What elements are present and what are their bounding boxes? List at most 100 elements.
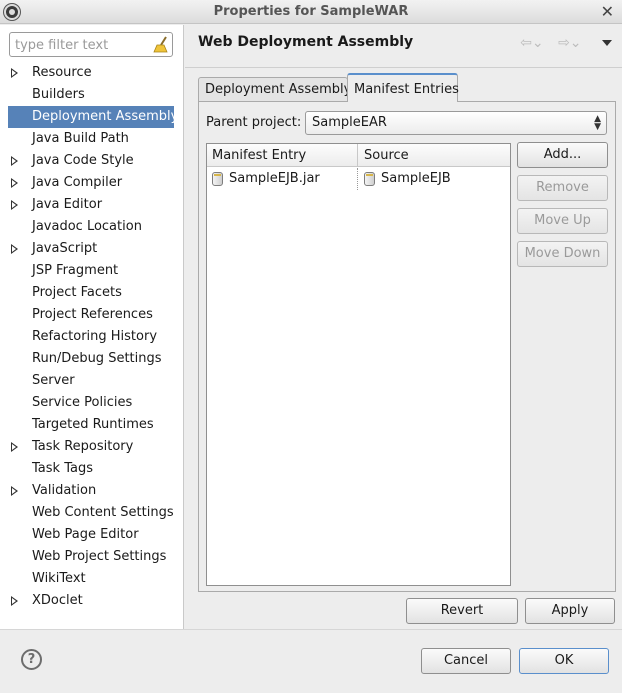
expand-arrow-icon[interactable] <box>11 68 18 78</box>
source-text: SampleEJB <box>381 171 451 186</box>
tree-item-project-facets[interactable]: Project Facets <box>0 282 184 304</box>
tree-item-label: JSP Fragment <box>32 263 119 278</box>
header-divider <box>185 67 622 68</box>
tree-item-label: Java Build Path <box>32 131 129 146</box>
tree-item-refactoring-history[interactable]: Refactoring History <box>0 326 184 348</box>
tree-item-label: Java Code Style <box>32 153 134 168</box>
move-up-button[interactable]: Move Up <box>517 208 608 234</box>
tree-item-service-policies[interactable]: Service Policies <box>0 392 184 414</box>
tree-item-javascript[interactable]: JavaScript <box>0 238 184 260</box>
window-title: Properties for SampleWAR <box>213 4 409 19</box>
tree-item-java-code-style[interactable]: Java Code Style <box>0 150 184 172</box>
tree-item-label: Service Policies <box>32 395 133 410</box>
tree-item-label: Server <box>32 373 75 388</box>
parent-project-label: Parent project: <box>206 115 302 130</box>
left-pane: Resource Builders Deployment Assembly Java … <box>0 25 184 629</box>
expand-arrow-icon[interactable] <box>11 156 18 166</box>
updown-chevron-icon: ▲ ▼ <box>594 114 601 132</box>
tree-item-label: Web Project Settings <box>32 549 167 564</box>
revert-button[interactable]: Revert <box>406 598 518 624</box>
help-icon[interactable]: ? <box>21 649 42 670</box>
tree-item-task-repository[interactable]: Task Repository <box>0 436 184 458</box>
tree-item-validation[interactable]: Validation <box>0 480 184 502</box>
tree-item-label: Refactoring History <box>32 329 158 344</box>
column-header-source[interactable]: Source <box>359 144 510 167</box>
view-menu-icon[interactable] <box>602 40 612 46</box>
dialog-button-bar: ? Cancel OK <box>0 629 622 693</box>
right-pane: Web Deployment Assembly ⇦⌄ ⇨⌄ Deployment… <box>185 25 622 629</box>
expand-arrow-icon[interactable] <box>11 244 18 254</box>
tree-item-label: Web Content Settings <box>32 505 174 520</box>
tree-item-label: Builders <box>32 87 85 102</box>
tree-item-label: Targeted Runtimes <box>32 417 154 432</box>
tree-item-label: Web Page Editor <box>32 527 139 542</box>
add-button[interactable]: Add... <box>517 142 608 168</box>
tree-item-deployment-assembly[interactable]: Deployment Assembly <box>8 106 178 128</box>
apply-button[interactable]: Apply <box>525 598 615 624</box>
manifest-entry-text: SampleEJB.jar <box>229 171 320 186</box>
tree-item-label: Resource <box>32 65 92 80</box>
expand-arrow-icon[interactable] <box>11 596 18 606</box>
tree-item-targeted-runtimes[interactable]: Targeted Runtimes <box>0 414 184 436</box>
manifest-table: Manifest Entry Source SampleEJB.jar Samp… <box>206 143 511 586</box>
tree-item-label: Task Tags <box>32 461 93 476</box>
parent-project-value: SampleEAR <box>312 115 387 130</box>
expand-arrow-icon[interactable] <box>11 178 18 188</box>
tree-item-label: Task Repository <box>32 439 134 454</box>
remove-button[interactable]: Remove <box>517 175 608 201</box>
tree-item-server[interactable]: Server <box>0 370 184 392</box>
tree-item-project-references[interactable]: Project References <box>0 304 184 326</box>
filter-box <box>9 32 173 57</box>
tree-item-resource[interactable]: Resource <box>0 62 184 84</box>
table-header: Manifest Entry Source <box>207 144 510 167</box>
column-header-manifest-entry[interactable]: Manifest Entry <box>207 144 358 167</box>
tree-item-label: Project References <box>32 307 153 322</box>
nav-icons: ⇦⌄ ⇨⌄ <box>510 35 612 51</box>
tree-item-java-compiler[interactable]: Java Compiler <box>0 172 184 194</box>
tree-item-web-page-editor[interactable]: Web Page Editor <box>0 524 184 546</box>
tree-item-web-content-settings[interactable]: Web Content Settings <box>0 502 184 524</box>
tree-item-label: XDoclet <box>32 593 83 608</box>
source-cell: SampleEJB <box>359 168 510 190</box>
tree-item-xdoclet[interactable]: XDoclet <box>0 590 184 612</box>
cancel-button[interactable]: Cancel <box>421 648 511 674</box>
jar-icon <box>212 172 223 186</box>
expand-arrow-icon[interactable] <box>11 486 18 496</box>
expand-arrow-icon[interactable] <box>11 442 18 452</box>
tree-item-builders[interactable]: Builders <box>0 84 184 106</box>
tree-item-label: Project Facets <box>32 285 122 300</box>
tree-item-label: JavaScript <box>32 241 98 256</box>
move-down-button[interactable]: Move Down <box>517 241 608 267</box>
tree-item-label: Run/Debug Settings <box>32 351 162 366</box>
tree-item-label: Deployment Assembly <box>32 109 179 124</box>
page-title: Web Deployment Assembly <box>198 34 414 50</box>
property-tree: Resource Builders Deployment Assembly Java … <box>0 62 184 612</box>
table-row[interactable]: SampleEJB.jar SampleEJB <box>207 168 510 190</box>
tree-item-run-debug-settings[interactable]: Run/Debug Settings <box>0 348 184 370</box>
tree-item-java-build-path[interactable]: Java Build Path <box>0 128 184 150</box>
tree-item-jsp-fragment[interactable]: JSP Fragment <box>0 260 184 282</box>
filter-input[interactable] <box>13 36 149 54</box>
jar-icon <box>364 172 375 186</box>
tree-item-web-project-settings[interactable]: Web Project Settings <box>0 546 184 568</box>
tab-manifest-entries[interactable]: Manifest Entries <box>347 73 459 102</box>
close-icon[interactable]: ✕ <box>601 2 614 21</box>
expand-arrow-icon[interactable] <box>11 200 18 210</box>
tree-item-label: Validation <box>32 483 97 498</box>
tree-item-label: Javadoc Location <box>32 219 142 234</box>
manifest-entry-cell: SampleEJB.jar <box>207 168 358 190</box>
tree-item-task-tags[interactable]: Task Tags <box>0 458 184 480</box>
tree-item-javadoc-location[interactable]: Javadoc Location <box>0 216 184 238</box>
forward-arrow-icon[interactable]: ⇨⌄ <box>558 35 581 51</box>
manifest-entries-panel: Parent project: SampleEAR ▲ ▼ Manifest En… <box>198 101 616 592</box>
tab-deployment-assembly[interactable]: Deployment Assembly <box>198 77 351 101</box>
tree-item-label: WikiText <box>32 571 86 586</box>
tree-item-wikitext[interactable]: WikiText <box>0 568 184 590</box>
tree-item-label: Java Editor <box>32 197 103 212</box>
tree-item-java-editor[interactable]: Java Editor <box>0 194 184 216</box>
title-bar: Properties for SampleWAR ✕ <box>0 0 622 24</box>
clear-filter-icon[interactable] <box>153 36 169 53</box>
ok-button[interactable]: OK <box>519 648 609 674</box>
back-arrow-icon[interactable]: ⇦⌄ <box>520 35 543 51</box>
parent-project-select[interactable]: SampleEAR ▲ ▼ <box>305 111 607 135</box>
